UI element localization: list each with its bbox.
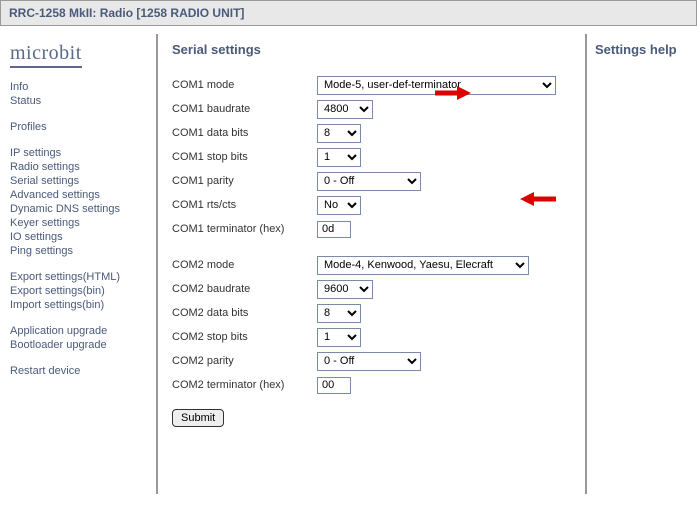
nav-group-4: Export settings(HTML) Export settings(bi… (10, 270, 156, 312)
com1-mode-select[interactable]: Mode-5, user-def-terminator (317, 76, 556, 95)
nav-import-bin[interactable]: Import settings(bin) (10, 298, 156, 312)
sidebar: microbit Info Status Profiles IP setting… (0, 34, 158, 494)
com2-data-select[interactable]: 8 (317, 304, 361, 323)
nav-advanced-settings[interactable]: Advanced settings (10, 188, 156, 202)
com2-term-label: COM2 terminator (hex) (172, 379, 317, 391)
com1-baud-select[interactable]: 4800 (317, 100, 373, 119)
com2-mode-label: COM2 mode (172, 259, 317, 271)
main-panel: Serial settings COM1 modeMode-5, user-de… (158, 34, 587, 494)
nav-ddns-settings[interactable]: Dynamic DNS settings (10, 202, 156, 216)
nav-io-settings[interactable]: IO settings (10, 230, 156, 244)
title-bar: RRC-1258 MkII: Radio [1258 RADIO UNIT] (0, 0, 697, 26)
nav-ping-settings[interactable]: Ping settings (10, 244, 156, 258)
com1-term-input[interactable] (317, 221, 351, 238)
com2-stop-select[interactable]: 1 (317, 328, 361, 347)
nav-keyer-settings[interactable]: Keyer settings (10, 216, 156, 230)
nav-radio-settings[interactable]: Radio settings (10, 160, 156, 174)
nav-status[interactable]: Status (10, 94, 156, 108)
com2-data-label: COM2 data bits (172, 307, 317, 319)
com2-parity-select[interactable]: 0 - Off (317, 352, 421, 371)
nav-group-1: Info Status (10, 80, 156, 108)
com1-data-label: COM1 data bits (172, 127, 317, 139)
com1-rtscts-select[interactable]: No (317, 196, 361, 215)
nav-group-3: IP settings Radio settings Serial settin… (10, 146, 156, 258)
nav-boot-upgrade[interactable]: Bootloader upgrade (10, 338, 156, 352)
logo: microbit (10, 42, 82, 68)
com1-stop-label: COM1 stop bits (172, 151, 317, 163)
nav-restart[interactable]: Restart device (10, 364, 156, 378)
help-heading: Settings help (595, 42, 691, 57)
help-panel: Settings help (587, 34, 697, 494)
nav-serial-settings[interactable]: Serial settings (10, 174, 156, 188)
com1-parity-label: COM1 parity (172, 175, 317, 187)
com1-data-select[interactable]: 8 (317, 124, 361, 143)
nav-app-upgrade[interactable]: Application upgrade (10, 324, 156, 338)
nav-profiles[interactable]: Profiles (10, 120, 156, 134)
com1-parity-select[interactable]: 0 - Off (317, 172, 421, 191)
title-bracket: [1258 RADIO UNIT] (136, 6, 244, 20)
com2-baud-label: COM2 baudrate (172, 283, 317, 295)
com1-term-label: COM1 terminator (hex) (172, 223, 317, 235)
com2-stop-label: COM2 stop bits (172, 331, 317, 343)
nav-ip-settings[interactable]: IP settings (10, 146, 156, 160)
page-heading: Serial settings (172, 42, 571, 57)
nav-export-html[interactable]: Export settings(HTML) (10, 270, 156, 284)
com1-baud-label: COM1 baudrate (172, 103, 317, 115)
title-section: Radio (100, 6, 133, 20)
nav-export-bin[interactable]: Export settings(bin) (10, 284, 156, 298)
com2-baud-select[interactable]: 9600 (317, 280, 373, 299)
com1-mode-label: COM1 mode (172, 79, 317, 91)
com2-parity-label: COM2 parity (172, 355, 317, 367)
com2-term-input[interactable] (317, 377, 351, 394)
nav-group-6: Restart device (10, 364, 156, 378)
com2-mode-select[interactable]: Mode-4, Kenwood, Yaesu, Elecraft (317, 256, 529, 275)
com1-rtscts-label: COM1 rts/cts (172, 199, 317, 211)
nav-group-2: Profiles (10, 120, 156, 134)
com1-stop-select[interactable]: 1 (317, 148, 361, 167)
nav-info[interactable]: Info (10, 80, 156, 94)
submit-button[interactable]: Submit (172, 409, 224, 427)
nav-group-5: Application upgrade Bootloader upgrade (10, 324, 156, 352)
title-prefix: RRC-1258 MkII: (9, 6, 96, 20)
